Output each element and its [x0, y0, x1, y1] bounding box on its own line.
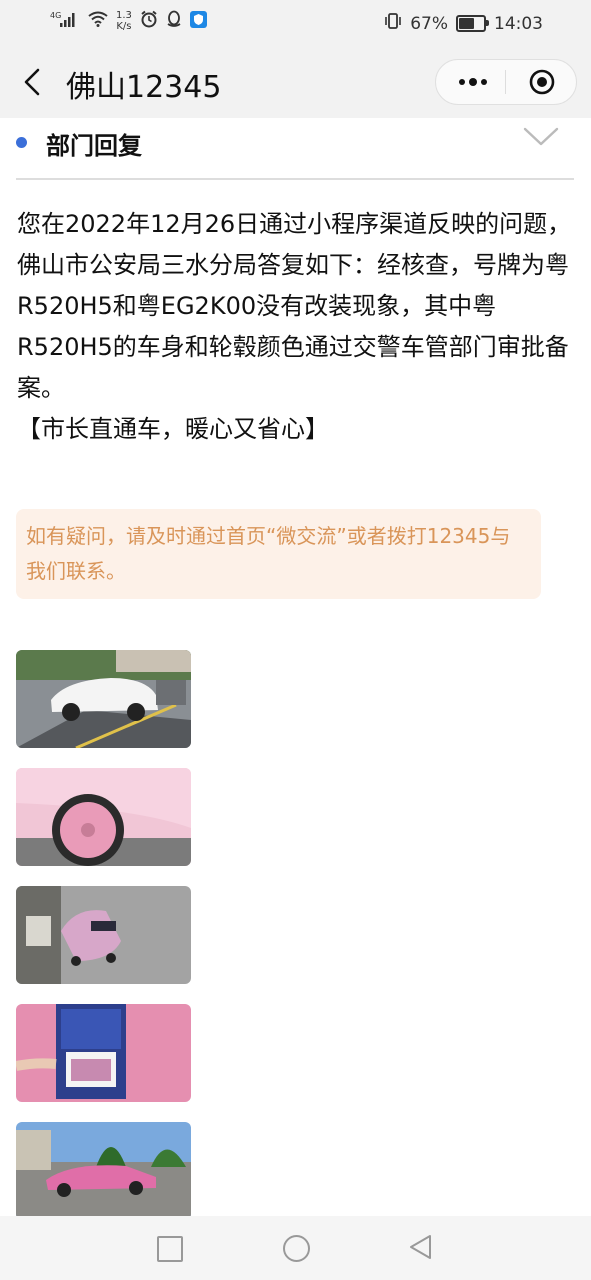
status-right: 67% 14:03: [384, 12, 543, 35]
triangle-back-icon: [410, 1235, 431, 1259]
target-close-icon: [529, 69, 555, 95]
qq-icon: [166, 10, 182, 32]
more-button[interactable]: [458, 72, 488, 92]
attachment-photo-2[interactable]: [16, 768, 191, 866]
attachment-photo-3[interactable]: [16, 886, 191, 984]
navigation-bar: 佛山12345: [0, 46, 591, 118]
system-back-button[interactable]: [407, 1233, 435, 1261]
reply-line-intro: 您在2022年12月26日通过小程序渠道反映的问题，: [17, 210, 572, 238]
home-button[interactable]: [283, 1235, 310, 1262]
shield-app-icon: [189, 10, 207, 32]
attachment-photo-5[interactable]: [16, 1122, 191, 1220]
recent-apps-button[interactable]: [157, 1236, 183, 1262]
attachment-photo-1[interactable]: [16, 650, 191, 748]
battery-icon: [456, 15, 489, 32]
reply-content: 您在2022年12月26日通过小程序渠道反映的问题， 佛山市公安局三水分局答复如…: [17, 204, 577, 450]
back-arrow-icon: [24, 68, 40, 96]
attachment-photo-4[interactable]: [16, 1004, 191, 1102]
vibrate-icon: [384, 12, 402, 35]
battery-percent: 67%: [410, 13, 448, 34]
notice-box: 如有疑问，请及时通过首页“微交流”或者拨打12345与我们联系。: [16, 509, 541, 599]
alarm-icon: [140, 10, 158, 32]
network-speed: 1.3 K/s: [116, 10, 132, 32]
wifi-icon: [88, 11, 108, 31]
signal-icon: 4G: [50, 11, 80, 31]
section-title: 部门回复: [46, 132, 142, 160]
notice-text: 如有疑问，请及时通过首页“微交流”或者拨打12345与我们联系。: [26, 524, 511, 583]
chevron-down-icon: [523, 127, 559, 146]
battery-level: [459, 18, 474, 29]
capsule-divider: [505, 70, 506, 94]
reply-line-slogan: 【市长直通车，暖心又省心】: [17, 415, 329, 443]
section-dot: [16, 137, 27, 148]
svg-text:4G: 4G: [50, 11, 61, 20]
clock-time: 14:03: [494, 13, 543, 34]
more-dots-icon: [459, 78, 487, 86]
system-navigation-bar: [0, 1216, 591, 1280]
status-left: 4G 1.3 K/s: [50, 10, 207, 32]
reply-line-answer: 佛山市公安局三水分局答复如下：经核查，号牌为粤R520H5和粤EG2K00没有改…: [17, 251, 569, 402]
miniprogram-capsule: [435, 59, 577, 105]
page-title: 佛山12345: [66, 70, 222, 105]
collapse-toggle[interactable]: [522, 126, 560, 148]
close-miniprogram-button[interactable]: [529, 69, 555, 95]
status-bar: 4G 1.3 K/s 67% 14:03: [0, 0, 591, 46]
back-button[interactable]: [18, 66, 48, 98]
section-divider: [16, 178, 574, 180]
